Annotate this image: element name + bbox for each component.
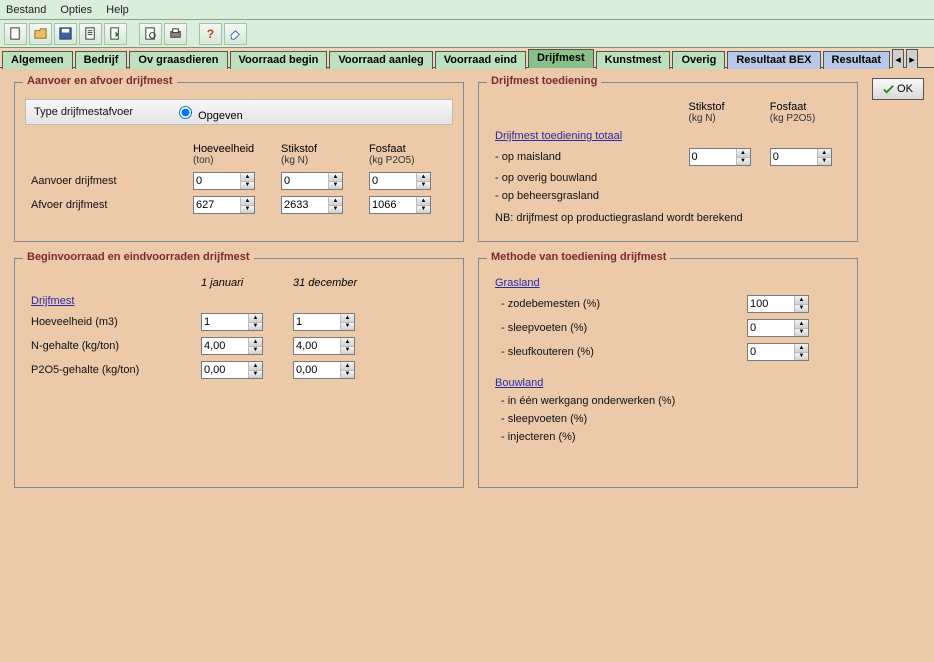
nb-text: NB: drijfmest op productiegrasland wordt… — [491, 206, 845, 226]
afvoer-stikstof[interactable]: ▲▼ — [281, 196, 343, 214]
export-icon[interactable] — [104, 23, 127, 45]
row-sleufkouteren: - sleufkouteren (%) — [491, 341, 741, 363]
zodebemesten-value[interactable]: ▲▼ — [747, 295, 809, 313]
p2o5-dec[interactable]: ▲▼ — [293, 361, 355, 379]
tabstrip: Algemeen Bedrijf Ov graasdieren Voorraad… — [0, 48, 934, 68]
toolbar: ? — [0, 20, 934, 48]
group-methode: Methode van toediening drijfmest Graslan… — [478, 258, 858, 488]
spin-down-icon[interactable]: ▼ — [241, 182, 254, 190]
document-icon[interactable] — [79, 23, 102, 45]
col-dec: 31 december — [289, 275, 379, 291]
hoeveelheid-jan[interactable]: ▲▼ — [201, 313, 263, 331]
hoeveelheid-dec[interactable]: ▲▼ — [293, 313, 355, 331]
tab-kunstmest[interactable]: Kunstmest — [596, 51, 671, 69]
drijfmest-link[interactable]: Drijfmest — [31, 295, 74, 307]
group-toediening: Drijfmest toediening Stikstof(kg N) Fosf… — [478, 82, 858, 242]
group-voorraad: Beginvoorraad en eindvoorraden drijfmest… — [14, 258, 464, 488]
row-p2o5gehalte: P2O5-gehalte (kg/ton) — [27, 359, 195, 381]
sleufkouteren-value[interactable]: ▲▼ — [747, 343, 809, 361]
tab-resultaat-bex[interactable]: Resultaat BEX — [727, 51, 820, 69]
ngehalte-jan[interactable]: ▲▼ — [201, 337, 263, 355]
new-icon[interactable] — [4, 23, 27, 45]
tab-scroll-left[interactable]: ◂ — [892, 49, 904, 68]
col-fosfaat: Fosfaat — [369, 143, 447, 155]
row-sleepvoeten-b: - sleepvoeten (%) — [491, 411, 741, 427]
tab-algemeen[interactable]: Algemeen — [2, 51, 73, 69]
ngehalte-dec[interactable]: ▲▼ — [293, 337, 355, 355]
row-hoeveelheid: Hoeveelheid (m3) — [27, 311, 195, 333]
row-onderwerken: - in één werkgang onderwerken (%) — [491, 393, 741, 409]
afvoer-hoeveelheid[interactable]: ▲▼ — [193, 196, 255, 214]
tab-bedrijf[interactable]: Bedrijf — [75, 51, 128, 69]
erase-icon[interactable] — [224, 23, 247, 45]
bouwland-link[interactable]: Bouwland — [495, 377, 543, 389]
grasland-link[interactable]: Grasland — [495, 277, 540, 289]
maisland-fosfaat[interactable]: ▲▼ — [770, 148, 832, 166]
toediening-totaal-link[interactable]: Drijfmest toediening totaal — [495, 130, 622, 142]
row-bouwland: - op overig bouwland — [491, 170, 683, 186]
tab-overig[interactable]: Overig — [672, 51, 725, 69]
afvoer-fosfaat[interactable]: ▲▼ — [369, 196, 431, 214]
row-sleepvoeten-g: - sleepvoeten (%) — [491, 317, 741, 339]
check-icon — [883, 84, 894, 95]
tab-drijfmest[interactable]: Drijfmest — [528, 49, 594, 68]
row-aanvoer-label: Aanvoer drijfmest — [27, 170, 187, 192]
aanvoer-stikstof[interactable]: ▲▼ — [281, 172, 343, 190]
toediening-grid: Stikstof(kg N) Fosfaat(kg P2O5) Drijfmes… — [489, 97, 847, 228]
save-icon[interactable] — [54, 23, 77, 45]
menu-help[interactable]: Help — [106, 4, 129, 16]
type-drijfmest-label: Type drijfmestafvoer — [34, 106, 174, 118]
menu-options[interactable]: Opties — [60, 4, 92, 16]
type-drijfmest-opgeven[interactable]: Opgeven — [174, 103, 243, 122]
row-afvoer-label: Afvoer drijfmest — [27, 194, 187, 216]
ok-button[interactable]: OK — [872, 78, 924, 100]
menubar: Bestand Opties Help — [0, 0, 934, 20]
spin-up-icon[interactable]: ▲ — [241, 173, 254, 182]
open-icon[interactable] — [29, 23, 52, 45]
aanvoer-hoeveelheid[interactable]: ▲▼ — [193, 172, 255, 190]
tab-ovgraasdieren[interactable]: Ov graasdieren — [129, 51, 227, 69]
tab-voorraad-begin[interactable]: Voorraad begin — [230, 51, 328, 69]
row-maisland: - op maisland — [491, 146, 683, 168]
help-icon[interactable]: ? — [199, 23, 222, 45]
type-drijfmestafvoer-bar: Type drijfmestafvoer Opgeven — [25, 99, 453, 125]
svg-text:?: ? — [207, 27, 214, 41]
group-aanvoer-afvoer: Aanvoer en afvoer drijfmest Type drijfme… — [14, 82, 464, 242]
legend-methode: Methode van toediening drijfmest — [487, 251, 670, 263]
col-hoeveelheid: Hoeveelheid — [193, 143, 271, 155]
preview-icon[interactable] — [139, 23, 162, 45]
row-zodebemesten: - zodebemesten (%) — [491, 293, 741, 315]
tab-resultaat[interactable]: Resultaat — [823, 51, 891, 69]
tab-voorraad-aanleg[interactable]: Voorraad aanleg — [329, 51, 432, 69]
p2o5-jan[interactable]: ▲▼ — [201, 361, 263, 379]
menu-file[interactable]: Bestand — [6, 4, 46, 16]
methode-grid: Grasland - zodebemesten (%) ▲▼ - sleepvo… — [489, 273, 825, 447]
col-jan: 1 januari — [197, 275, 287, 291]
main: OK Aanvoer en afvoer drijfmest Type drij… — [0, 68, 934, 88]
aanvoer-grid: Hoeveelheid(ton) Stikstof(kg N) Fosfaat(… — [25, 139, 453, 218]
type-drijfmest-radio[interactable] — [179, 106, 192, 119]
tab-scroll-right[interactable]: ▸ — [906, 49, 918, 68]
ok-label: OK — [897, 83, 913, 95]
maisland-stikstof[interactable]: ▲▼ — [689, 148, 751, 166]
print-icon[interactable] — [164, 23, 187, 45]
legend-aanvoer: Aanvoer en afvoer drijfmest — [23, 75, 177, 87]
tab-voorraad-eind[interactable]: Voorraad eind — [435, 51, 526, 69]
row-ngehalte: N-gehalte (kg/ton) — [27, 335, 195, 357]
legend-toediening: Drijfmest toediening — [487, 75, 601, 87]
row-beheers: - op beheersgrasland — [491, 188, 683, 204]
row-injecteren: - injecteren (%) — [491, 429, 741, 445]
legend-voorraad: Beginvoorraad en eindvoorraden drijfmest — [23, 251, 254, 263]
col-stikstof: Stikstof — [281, 143, 359, 155]
voorraad-grid: 1 januari 31 december Drijfmest Hoeveelh… — [25, 273, 381, 383]
sleepvoeten-g-value[interactable]: ▲▼ — [747, 319, 809, 337]
aanvoer-fosfaat[interactable]: ▲▼ — [369, 172, 431, 190]
